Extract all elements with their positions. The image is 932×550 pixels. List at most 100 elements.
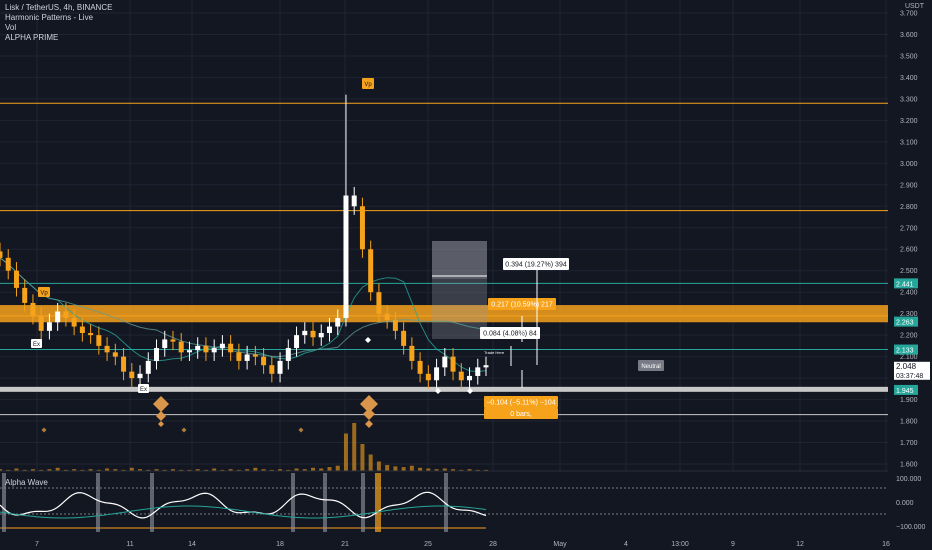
price-tick-label: 1.600 <box>900 462 918 469</box>
price-tick-label: 3.100 <box>900 139 918 146</box>
alpha-wave-pane <box>0 470 932 532</box>
time-tick-label: 25 <box>424 541 432 548</box>
price-tick-label: 3.700 <box>900 11 918 18</box>
price-axis-title: USDT <box>905 3 924 11</box>
candle-body <box>121 356 127 372</box>
candle-body <box>162 339 168 349</box>
price-tick-label: 2.500 <box>900 268 918 275</box>
candle-body <box>112 352 118 357</box>
legend-indicator-vol[interactable]: Vol <box>5 23 112 33</box>
legend-indicator-alpha[interactable]: ALPHA PRIME <box>5 33 112 43</box>
price-tick-label: 2.100 <box>900 354 918 361</box>
price-tick-label: 2.800 <box>900 204 918 211</box>
trade-note: Trade Here <box>484 350 505 355</box>
volume-bar <box>352 423 357 472</box>
candle-body <box>55 311 61 323</box>
candle-body <box>46 322 52 331</box>
measure-label-down: −0.104 (−5.11%) −104 <box>486 400 555 407</box>
osc-signal-bar <box>96 473 100 532</box>
candle-body <box>302 330 308 336</box>
osc-signal-bar <box>375 473 381 532</box>
measure-label-mid: 0.217 (10.59%) 217 <box>491 302 553 309</box>
neutral-tag: Neutral <box>641 364 660 370</box>
candle-body <box>30 302 36 316</box>
trading-chart[interactable]: 3.700 3.600 3.500 3.400 3.300 3.200 3.100 3.000… <box>0 0 932 550</box>
candle-body <box>88 332 94 336</box>
price-tick-label: 3.400 <box>900 75 918 82</box>
candle-body <box>38 315 44 331</box>
osc-signal-bar <box>291 473 295 532</box>
candle-body <box>186 350 192 353</box>
candle-body <box>252 354 258 357</box>
candle-body <box>96 335 102 346</box>
volume-bar <box>368 454 373 472</box>
candle-body <box>145 360 151 374</box>
candle-body <box>195 345 201 351</box>
legend-symbol[interactable]: Lisk / TetherUS, 4h, BINANCE <box>5 3 112 13</box>
ex-upper-tag: Ex <box>33 342 40 348</box>
candle-body <box>475 367 481 376</box>
osc-tick-label: −100.000 <box>896 524 925 531</box>
osc-signal-bar <box>323 473 327 532</box>
candle-body <box>294 335 300 349</box>
time-tick-label: 18 <box>276 541 284 548</box>
candle-body <box>219 343 225 349</box>
time-tick-label: 4 <box>624 541 628 548</box>
oscillator-title[interactable]: Alpha Wave <box>5 478 48 487</box>
price-tick-label: 3.000 <box>900 161 918 168</box>
time-tick-label: 14 <box>188 541 196 548</box>
price-tick-label: 2.700 <box>900 225 918 232</box>
axis-unit: USDT <box>904 3 924 10</box>
measure-label-large: 0.394 (19.27%) 394 <box>505 262 567 269</box>
candle-body <box>458 371 464 381</box>
candle-body <box>392 320 398 331</box>
time-tick-label: 9 <box>731 541 735 548</box>
candle-body <box>318 332 324 338</box>
measure-label-small: 0.084 (4.08%) 84 <box>483 331 537 338</box>
time-tick-label: 7 <box>35 541 39 548</box>
price-axis[interactable]: 3.700 3.600 3.500 3.400 3.300 3.200 3.100 3.000… <box>888 0 932 532</box>
price-tick-label: 3.200 <box>900 118 918 125</box>
candle-body <box>178 341 184 353</box>
candle-body <box>277 360 283 374</box>
candle-body <box>236 352 242 361</box>
volume-bar <box>343 433 348 472</box>
legend-indicator-harmonic[interactable]: Harmonic Patterns - Live <box>5 13 112 23</box>
candle-body <box>137 373 143 379</box>
ex-lower-tag: Ex <box>140 387 147 393</box>
level-white-thick <box>0 386 888 392</box>
candle-body <box>450 356 456 372</box>
price-tick-label: 3.600 <box>900 32 918 39</box>
time-axis[interactable]: 7 11 14 18 21 25 28 May 4 13:00 9 12 16 <box>0 535 932 550</box>
price-badge-label: 2.263 <box>896 320 914 327</box>
osc-tick-label: 100.000 <box>896 476 921 483</box>
price-badge-label: 2.133 <box>896 348 914 355</box>
price-badge-label: 1.945 <box>896 388 914 395</box>
price-tick-label: 1.800 <box>900 419 918 426</box>
candle-body <box>310 330 316 338</box>
time-tick-label: 11 <box>126 541 133 548</box>
candle-body <box>434 367 440 381</box>
volume-bar <box>376 461 381 472</box>
candle-body <box>244 354 250 361</box>
countdown-label: 03:37:48 <box>896 373 923 380</box>
time-tick-label: May <box>553 541 567 548</box>
chart-legend: Lisk / TetherUS, 4h, BINANCE Harmonic Pa… <box>5 3 112 43</box>
last-price-label: 2.048 <box>896 362 917 371</box>
vp-top-tag: Vp <box>364 82 372 88</box>
time-axis-bg <box>0 535 932 550</box>
projection-lower <box>432 279 487 339</box>
candle-body <box>326 326 332 333</box>
candle-body <box>104 345 110 353</box>
candle-body <box>211 348 217 353</box>
time-tick-label: 28 <box>489 541 497 548</box>
price-tick-label: 1.700 <box>900 440 918 447</box>
candle-body <box>13 270 19 288</box>
osc-signal-bar <box>150 473 154 532</box>
candle-body <box>5 257 11 271</box>
candle-body <box>417 360 423 374</box>
volume-bar <box>360 444 365 472</box>
price-tick-label: 2.400 <box>900 290 918 297</box>
time-tick-label: 13:00 <box>671 541 689 548</box>
time-tick-label: 21 <box>341 541 349 548</box>
